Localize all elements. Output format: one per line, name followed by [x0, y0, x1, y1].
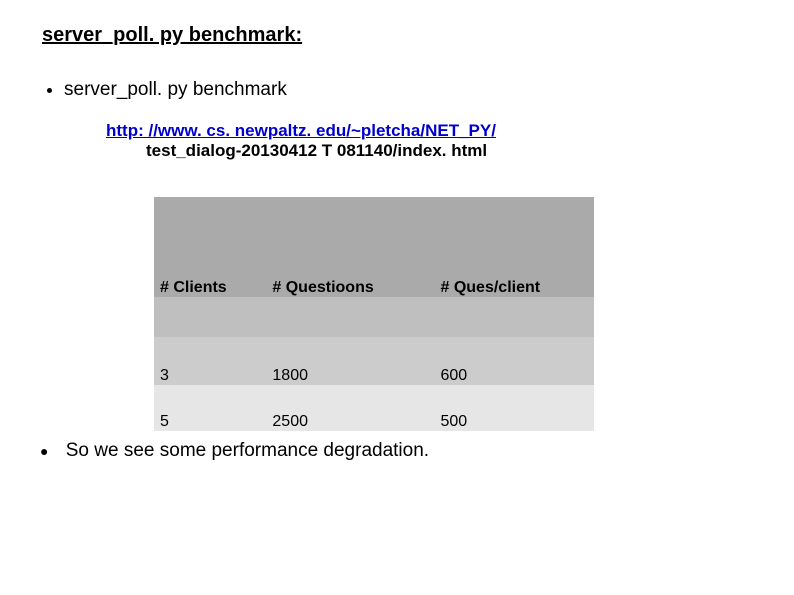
table-header-questions: # Questioons [266, 197, 434, 297]
benchmark-url-link[interactable]: http: //www. cs. newpaltz. edu/~pletcha/… [106, 121, 496, 140]
cell-questions: 1800 [266, 337, 434, 385]
table-row: 5 2500 500 [154, 385, 594, 431]
benchmark-url-suffix: test_dialog-20130412 T 081140/index. htm… [146, 141, 487, 160]
table-header-clients: # Clients [154, 197, 266, 297]
cell-clients: 3 [154, 337, 266, 385]
benchmark-table: # Clients # Questioons # Ques/client 3 1… [154, 197, 594, 431]
slide-title: server_poll. py benchmark: [42, 24, 752, 47]
bullet-benchmark: server_poll. py benchmark [64, 79, 752, 101]
cell-ques-per-client: 600 [434, 337, 594, 385]
cell-clients: 5 [154, 385, 266, 431]
table-header-ques-per-client: # Ques/client [434, 197, 594, 297]
bullet-dot-icon: ● [40, 443, 48, 459]
table-row [154, 297, 594, 337]
bullet-degradation-text: So we see some performance degradation. [66, 440, 429, 461]
cell-questions: 2500 [266, 385, 434, 431]
bullet-degradation: ● So we see some performance degradation… [40, 440, 429, 462]
bullet-benchmark-text: server_poll. py benchmark [64, 79, 287, 100]
cell-ques-per-client: 500 [434, 385, 594, 431]
table-row: 3 1800 600 [154, 337, 594, 385]
